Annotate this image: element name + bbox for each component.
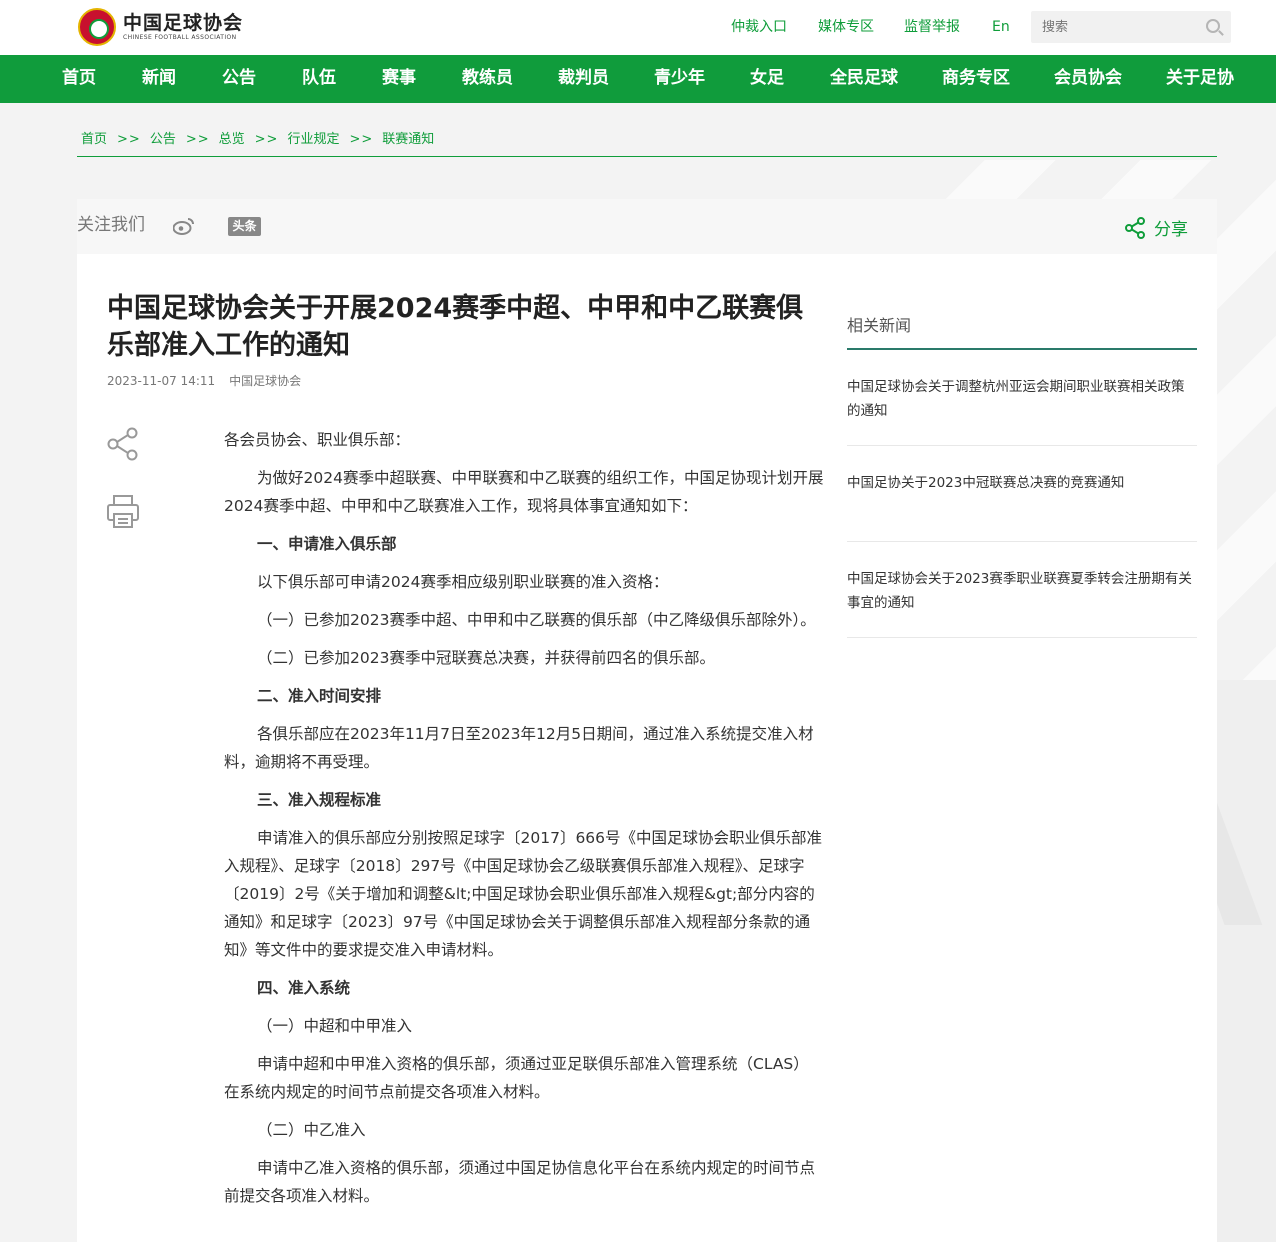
weibo-icon[interactable] [173,217,195,235]
paragraph: （一）已参加2023赛季中超、中甲和中乙联赛的俱乐部（中乙降级俱乐部除外）。 [257,611,816,629]
paragraph: 申请中乙准入资格的俱乐部，须通过中国足协信息化平台在系统内规定的时间节点前提交各… [224,1159,816,1205]
follow-us-label: 关注我们 [77,215,145,235]
cfa-logo[interactable]: 中国足球协会 CHINESE FOOTBALL ASSOCIATION [78,8,243,46]
breadcrumb-league-notices[interactable]: 联赛通知 [382,131,434,149]
nav-referees[interactable]: 裁判员 [558,67,609,89]
search-box [1031,11,1231,43]
breadcrumb-separator: >> [254,132,279,147]
article-body: 各会员协会、职业俱乐部： 为做好2024赛季中超联赛、中甲联赛和中乙联赛的组织工… [224,426,824,1220]
article-meta: 2023-11-07 14:11 中国足球协会 [107,373,301,389]
search-input[interactable] [1031,11,1201,43]
breadcrumb-separator: >> [117,132,141,147]
share-label: 分享 [1154,220,1188,240]
salutation: 各会员协会、职业俱乐部： [224,431,411,449]
nav-home[interactable]: 首页 [62,67,96,89]
nav-women[interactable]: 女足 [750,67,784,89]
media-link[interactable]: 媒体专区 [818,18,874,36]
cfa-emblem-icon [78,8,116,46]
nav-youth[interactable]: 青少年 [654,67,705,89]
report-link[interactable]: 监督举报 [904,18,960,36]
paragraph: （一）中超和中甲准入 [257,1017,413,1035]
related-news-item[interactable]: 中国足球协会关于2023赛季职业联赛夏季转会注册期有关事宜的通知 [847,542,1197,638]
search-icon[interactable] [1206,19,1220,33]
nav-announcements[interactable]: 公告 [222,67,256,89]
main-nav: 首页 新闻 公告 队伍 赛事 教练员 裁判员 青少年 女足 全民足球 商务专区 … [0,55,1276,103]
paragraph: 各俱乐部应在2023年11月7日至2023年12月5日期间，通过准入系统提交准入… [224,725,814,771]
breadcrumb-divider [77,156,1217,157]
paragraph: 为做好2024赛季中超联赛、中甲联赛和中乙联赛的组织工作，中国足协现计划开展20… [224,469,824,515]
nav-teams[interactable]: 队伍 [302,67,336,89]
nav-coaches[interactable]: 教练员 [462,67,513,89]
top-bar: 中国足球协会 CHINESE FOOTBALL ASSOCIATION 仲裁入口… [0,0,1276,55]
english-link[interactable]: En [992,18,1010,36]
article-source: 中国足球协会 [229,374,302,388]
nav-grassroots[interactable]: 全民足球 [830,67,898,89]
logo-name: 中国足球协会 [123,12,244,34]
breadcrumb-home[interactable]: 首页 [81,131,107,149]
related-news-item[interactable]: 中国足协关于2023中冠联赛总决赛的竞赛通知 [847,446,1197,542]
share-button[interactable]: 分享 [1124,215,1188,240]
breadcrumb-overview[interactable]: 总览 [219,131,245,149]
share-icon[interactable] [106,427,140,461]
article-title: 中国足球协会关于开展2024赛季中超、中甲和中乙联赛俱乐部准入工作的通知 [107,293,804,361]
logo-english-name: CHINESE FOOTBALL ASSOCIATION [123,34,237,41]
section-heading: 二、准入时间安排 [257,687,382,705]
related-news: 相关新闻 中国足球协会关于调整杭州亚运会期间职业联赛相关政策的通知 中国足协关于… [847,316,1197,638]
section-heading: 四、准入系统 [257,979,351,997]
print-icon[interactable] [106,494,140,530]
toutiao-icon[interactable]: 头条 [228,217,261,236]
related-news-item[interactable]: 中国足球协会关于调整杭州亚运会期间职业联赛相关政策的通知 [847,350,1197,446]
paragraph: （二）已参加2023赛季中冠联赛总决赛，并获得前四名的俱乐部。 [257,649,715,667]
nav-member-associations[interactable]: 会员协会 [1054,67,1122,89]
paragraph: 申请准入的俱乐部应分别按照足球字〔2017〕666号《中国足球协会职业俱乐部准入… [224,829,823,959]
article-date: 2023-11-07 14:11 [107,374,216,388]
top-links: 仲裁入口 媒体专区 监督举报 En [731,18,1010,36]
paragraph: 以下俱乐部可申请2024赛季相应级别职业联赛的准入资格： [257,573,669,591]
nav-news[interactable]: 新闻 [142,67,176,89]
paragraph: （二）中乙准入 [257,1121,366,1139]
related-news-title: 相关新闻 [847,316,1197,350]
section-heading: 三、准入规程标准 [257,791,382,809]
nav-about[interactable]: 关于足协 [1166,67,1234,89]
share-icon [1125,216,1145,239]
breadcrumb-separator: >> [185,132,210,147]
breadcrumb-announcements[interactable]: 公告 [150,131,176,149]
breadcrumb-separator: >> [349,132,374,147]
follow-bar: 关注我们 头条 分享 [77,199,1217,254]
article-card: 中国足球协会关于开展2024赛季中超、中甲和中乙联赛俱乐部准入工作的通知 202… [77,254,1217,1242]
nav-business[interactable]: 商务专区 [942,67,1010,89]
breadcrumb-regulations[interactable]: 行业规定 [287,131,339,149]
section-heading: 一、申请准入俱乐部 [257,535,397,553]
breadcrumb: 首页 >> 公告 >> 总览 >> 行业规定 >> 联赛通知 [81,131,434,149]
nav-competitions[interactable]: 赛事 [382,67,416,89]
arbitration-link[interactable]: 仲裁入口 [731,18,787,36]
paragraph: 申请中超和中甲准入资格的俱乐部，须通过亚足联俱乐部准入管理系统（CLAS）在系统… [224,1055,809,1101]
